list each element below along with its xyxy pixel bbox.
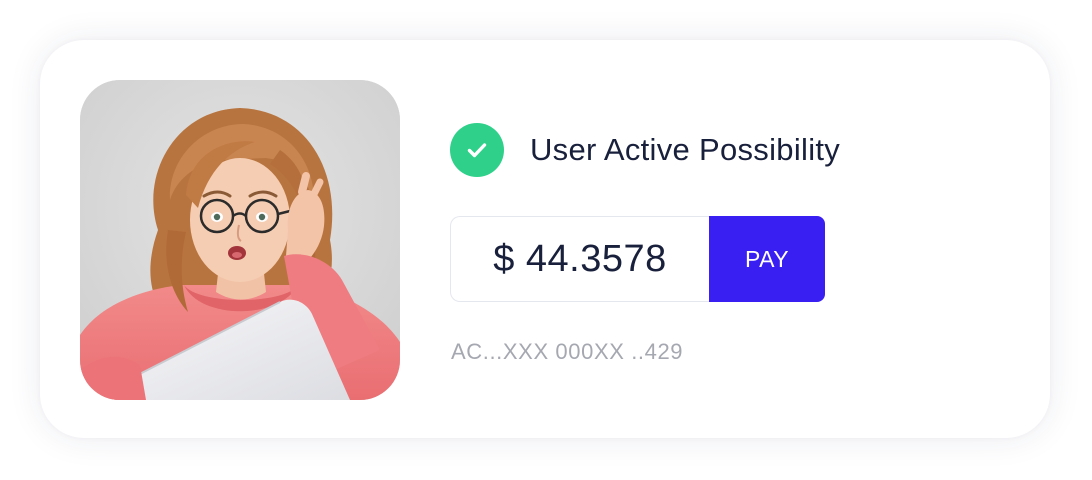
payment-form: $ 44.3578 PAY bbox=[450, 216, 825, 302]
amount-value: $ 44.3578 bbox=[493, 237, 667, 280]
pay-button[interactable]: PAY bbox=[709, 216, 825, 302]
user-status: User Active Possibility bbox=[450, 122, 840, 177]
user-photo-illustration bbox=[80, 80, 400, 400]
amount-field[interactable]: $ 44.3578 bbox=[450, 216, 709, 302]
stage: User Active Possibility $ 44.3578 PAY AC… bbox=[0, 0, 1092, 480]
user-photo bbox=[80, 80, 400, 400]
check-icon bbox=[450, 122, 504, 177]
account-number: AC...XXX 000XX ..429 bbox=[451, 339, 684, 364]
status-label: User Active Possibility bbox=[530, 131, 841, 167]
